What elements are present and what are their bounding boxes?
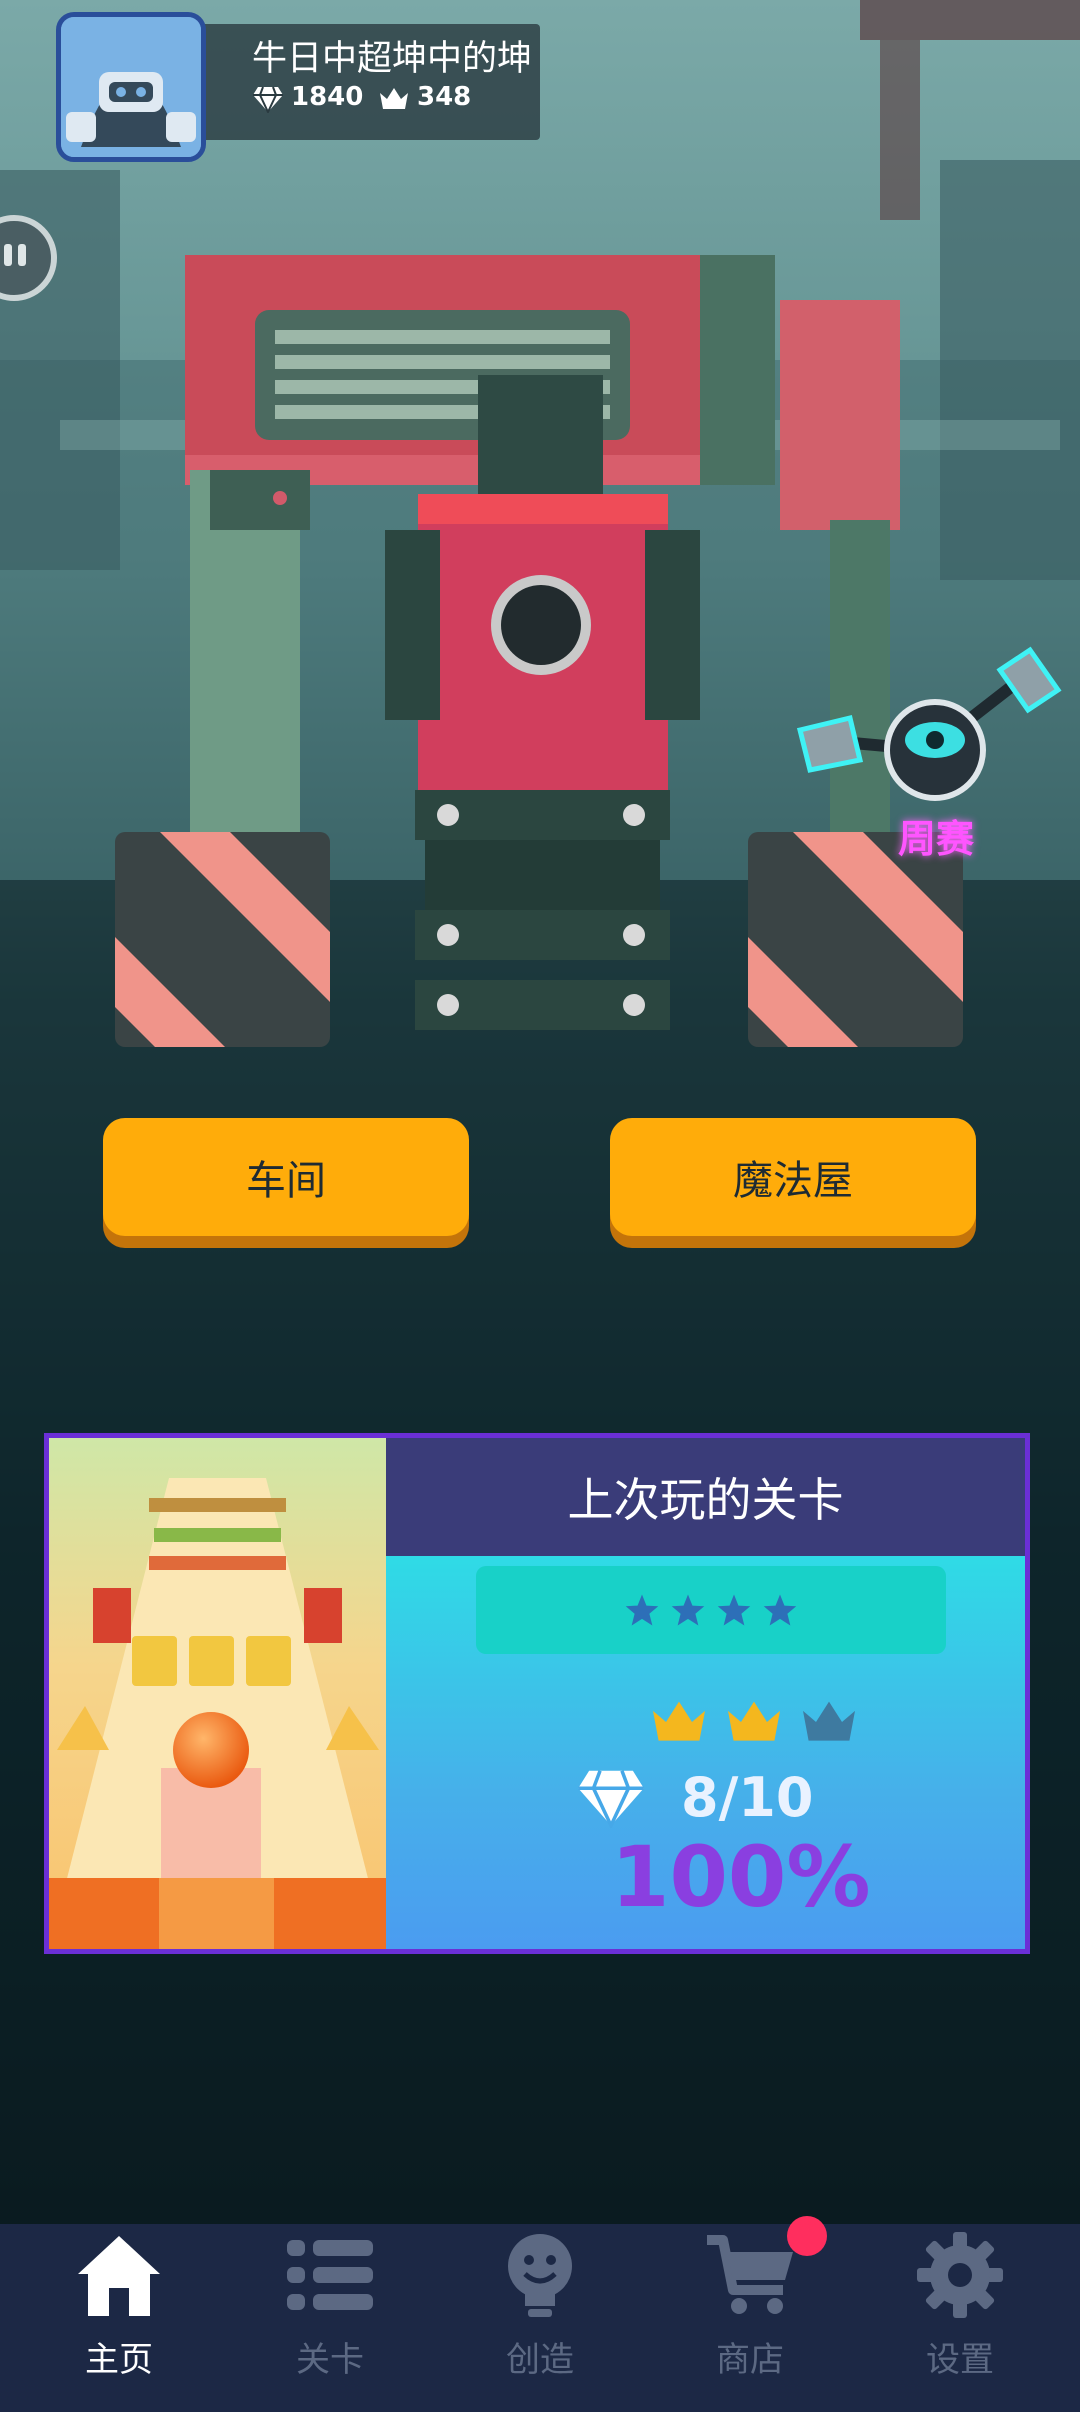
level-stats: 8/10 100% <box>386 1556 1025 1949</box>
avatar[interactable] <box>56 12 206 162</box>
nav-shop[interactable]: 商店 <box>642 2224 858 2412</box>
level-thumbnail <box>49 1438 386 1949</box>
list-icon <box>287 2240 373 2310</box>
gem-count: 8/10 <box>681 1766 814 1829</box>
nav-home[interactable]: 主页 <box>11 2224 227 2412</box>
crown-count: 348 <box>417 82 472 112</box>
notification-badge <box>787 2216 827 2256</box>
weekly-event-label[interactable]: 周赛 <box>898 808 974 863</box>
nav-label: 创造 <box>506 2340 574 2380</box>
star-icon <box>625 1594 659 1626</box>
nav-label: 主页 <box>85 2340 153 2380</box>
star-icon <box>671 1594 705 1626</box>
diamond-icon <box>578 1770 644 1828</box>
crown-earned-icon <box>653 1701 705 1741</box>
nav-levels[interactable]: 关卡 <box>222 2224 438 2412</box>
star-icon <box>763 1594 797 1626</box>
magic-house-button[interactable]: 魔法屋 <box>610 1118 976 1236</box>
nav-label: 商店 <box>716 2340 784 2380</box>
completion-percent: 100% <box>611 1828 871 1926</box>
crown-empty-icon <box>803 1701 855 1741</box>
lightbulb-icon <box>508 2234 572 2317</box>
crown-icon <box>380 88 408 109</box>
stars-rating <box>476 1566 946 1654</box>
diamond-count: 1840 <box>291 82 364 112</box>
star-icon <box>717 1594 751 1626</box>
card-title: 上次玩的关卡 <box>386 1438 1025 1556</box>
last-played-level-card[interactable]: 上次玩的关卡 8/10 100% <box>44 1433 1030 1954</box>
nav-label: 关卡 <box>296 2340 364 2380</box>
player-name: 牛日中超坤中的坤 <box>252 39 533 79</box>
bottom-nav: 主页 关卡 创造 商店 设置 <box>0 2224 1080 2412</box>
weekly-robot-icon[interactable] <box>790 640 1070 820</box>
crown-earned-icon <box>728 1701 780 1741</box>
nav-label: 设置 <box>926 2340 994 2380</box>
home-icon <box>78 2236 160 2316</box>
nav-settings[interactable]: 设置 <box>852 2224 1068 2412</box>
gear-icon <box>917 2232 1003 2318</box>
nav-create[interactable]: 创造 <box>432 2224 648 2412</box>
robot-avatar-icon <box>61 17 201 157</box>
cart-icon <box>707 2235 793 2314</box>
workshop-button[interactable]: 车间 <box>103 1118 469 1236</box>
diamond-icon <box>253 86 283 113</box>
